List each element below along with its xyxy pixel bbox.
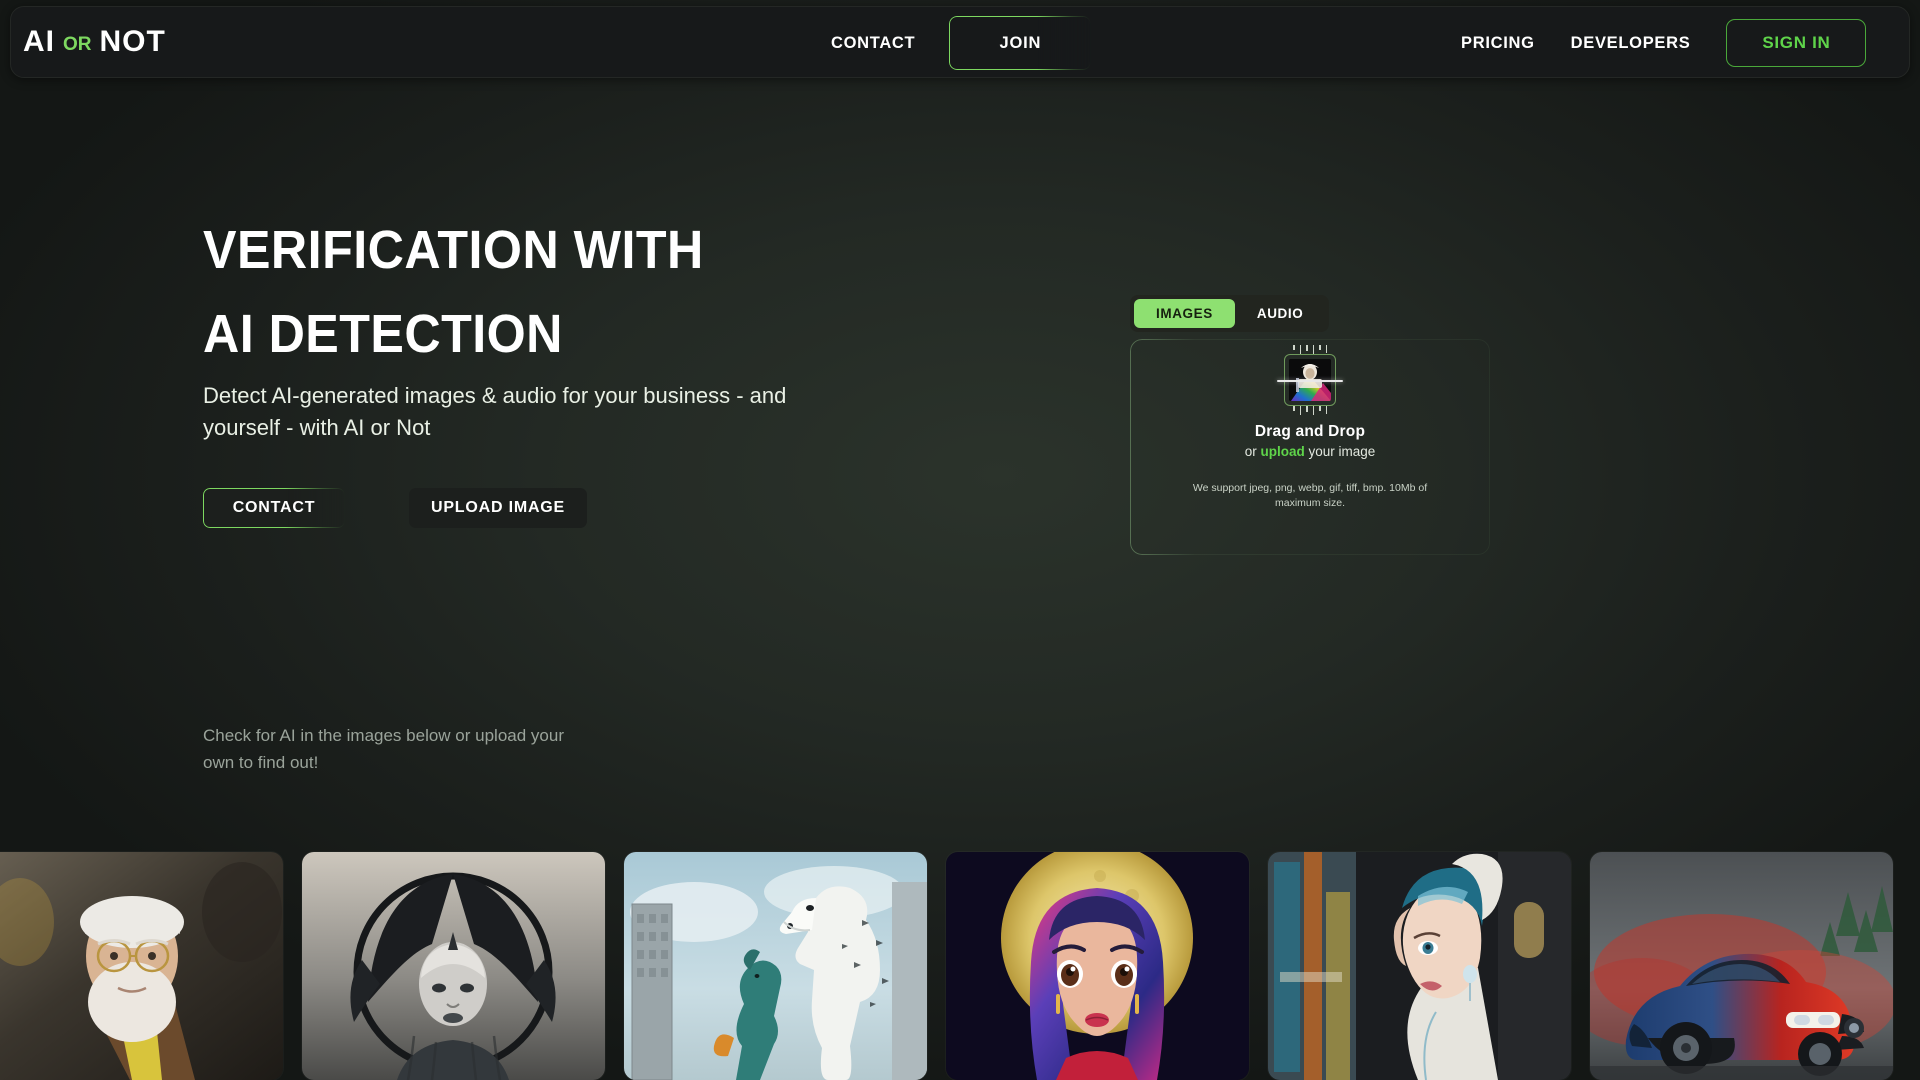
image-scan-icon: [1277, 345, 1343, 415]
gallery-card-elderly-man[interactable]: [0, 852, 283, 1080]
tab-audio[interactable]: AUDIO: [1235, 299, 1326, 328]
gallery-card-biomech-figure[interactable]: [302, 852, 605, 1080]
gallery-card-anime-girl-moon[interactable]: [946, 852, 1249, 1080]
gallery-card-pearl-earring-remix[interactable]: [1268, 852, 1571, 1080]
brand-word-not: NOT: [99, 25, 166, 58]
page-title-line-2: AI DETECTION: [203, 304, 563, 364]
nav-link-contact[interactable]: CONTACT: [831, 34, 915, 53]
upload-link[interactable]: upload: [1260, 444, 1304, 459]
page-title: VERIFICATION WITH AI DETECTION: [203, 208, 966, 376]
scan-ticks-top: [1293, 345, 1327, 354]
example-image-gallery: [0, 840, 1920, 1080]
dropzone-fine-print: We support jpeg, png, webp, gif, tiff, b…: [1192, 482, 1428, 509]
gallery-note: Check for AI in the images below or uplo…: [203, 726, 564, 772]
upload-image-button[interactable]: UPLOAD IMAGE: [409, 488, 587, 528]
gallery-card-polar-bear-dinosaur[interactable]: [624, 852, 927, 1080]
page-title-line-1: VERIFICATION WITH: [203, 220, 704, 280]
nav-link-developers[interactable]: DEVELOPERS: [1571, 34, 1691, 53]
nav-right-group: PRICING DEVELOPERS SIGN IN: [1461, 7, 1867, 79]
dropzone-subtitle-post: your image: [1304, 444, 1376, 459]
nav-center-group: CONTACT JOIN: [831, 7, 1092, 79]
contact-button[interactable]: CONTACT: [203, 488, 345, 528]
tab-images[interactable]: IMAGES: [1134, 299, 1235, 328]
hero-subtitle: Detect AI-generated images & audio for y…: [203, 383, 787, 440]
dropzone-title: Drag and Drop: [1254, 423, 1366, 440]
page-root: AI OR NOT CONTACT JOIN PRICING DEVELOPER…: [0, 0, 1920, 1080]
dropzone-subtitle-pre: or: [1244, 444, 1261, 459]
scan-line: [1277, 380, 1343, 382]
nav-link-pricing[interactable]: PRICING: [1461, 34, 1535, 53]
brand-logo[interactable]: AI OR NOT: [23, 25, 166, 59]
sign-in-button[interactable]: SIGN IN: [1726, 19, 1867, 67]
upload-widget: IMAGES AUDIO Drag and Drop or upload you…: [1130, 295, 1490, 555]
dropzone-content: Drag and Drop or upload your image We su…: [1130, 339, 1490, 555]
navbar: AI OR NOT CONTACT JOIN PRICING DEVELOPER…: [10, 6, 1910, 78]
join-button-frame: [949, 16, 1092, 70]
dropzone-subtitle: or upload your image: [1245, 444, 1376, 459]
join-button[interactable]: JOIN: [949, 16, 1092, 70]
hero-cta-row: CONTACT UPLOAD IMAGE: [203, 488, 587, 528]
gallery-card-sports-car[interactable]: [1590, 852, 1893, 1080]
brand-word-ai: AI: [23, 25, 55, 58]
scan-ticks-bottom: [1293, 406, 1327, 415]
contact-button-frame: [203, 488, 345, 528]
brand-word-or: OR: [63, 34, 92, 55]
upload-tabs: IMAGES AUDIO: [1130, 295, 1330, 332]
